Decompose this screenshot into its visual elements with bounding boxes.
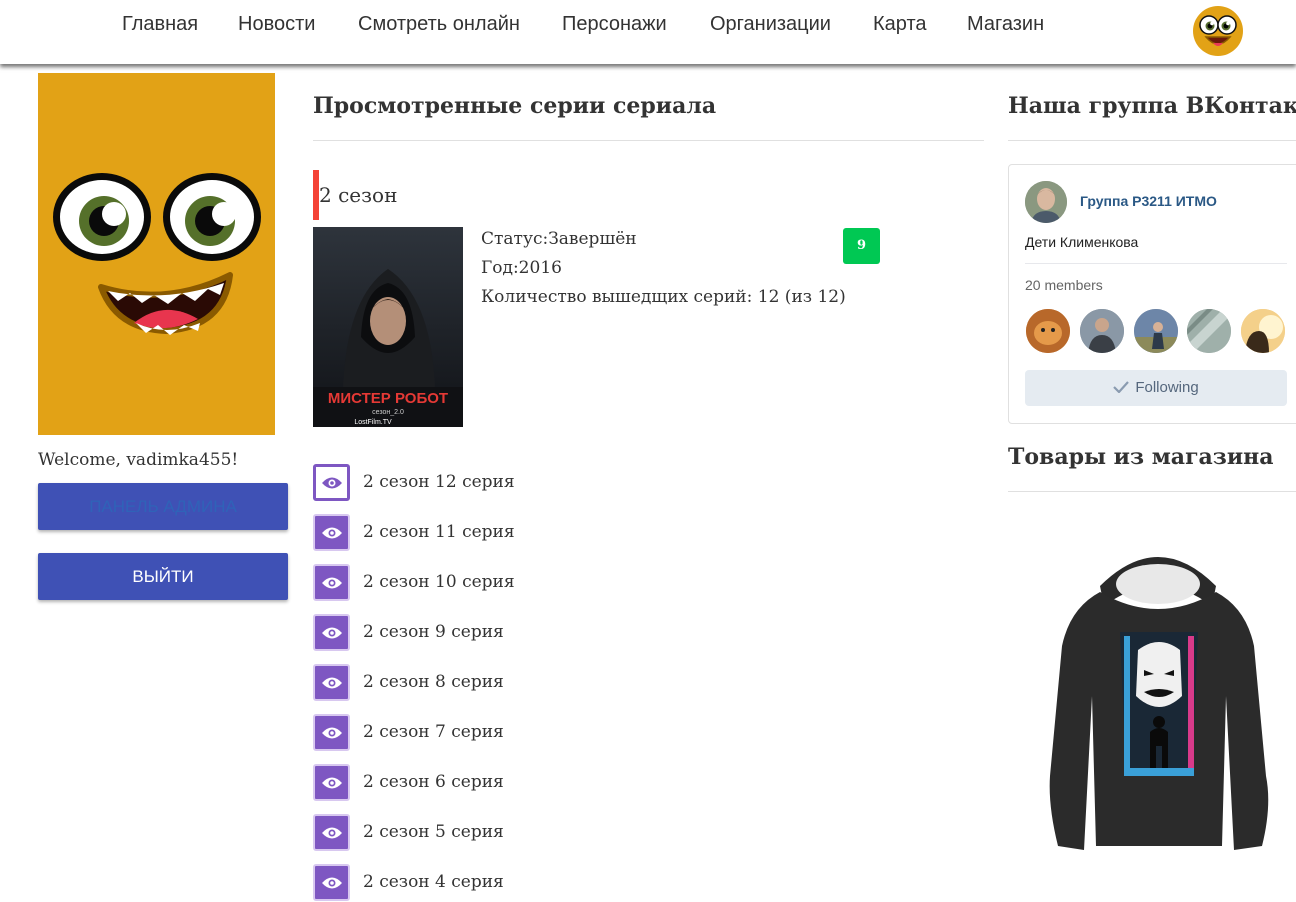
title-divider [313, 140, 984, 141]
watched-toggle-button[interactable] [313, 464, 350, 501]
vk-divider [1025, 263, 1287, 264]
member-avatar[interactable] [1080, 309, 1124, 353]
smiley-face-logo-icon[interactable] [1192, 5, 1244, 57]
episode-label: 2 сезон 9 серия [363, 622, 504, 642]
watched-toggle-button[interactable] [313, 814, 350, 851]
nav-home-link[interactable]: Главная [122, 13, 198, 36]
season-episode-count: Количество вышедщих серий: 12 (из 12) [481, 287, 846, 307]
watched-toggle-button[interactable] [313, 714, 350, 751]
admin-panel-button[interactable]: ПАНЕЛЬ АДМИНА [38, 483, 288, 530]
eye-icon [321, 577, 342, 588]
checkmark-icon [1113, 381, 1130, 394]
shop-section-title: Товары из магазина [1008, 444, 1274, 470]
member-avatar-image [1026, 309, 1070, 353]
page-title: Просмотренные серии сериала [313, 93, 717, 119]
watched-toggle-button[interactable] [313, 864, 350, 901]
rating-badge: 9 [843, 228, 880, 264]
eye-icon [321, 477, 342, 488]
nav-organizations-link[interactable]: Организации [710, 13, 831, 36]
episode-label: 2 сезон 6 серия [363, 772, 504, 792]
watched-toggle-button[interactable] [313, 614, 350, 651]
episode-label: 2 сезон 8 серия [363, 672, 504, 692]
episode-label: 2 сезон 11 серия [363, 522, 515, 542]
member-avatar[interactable] [1026, 309, 1070, 353]
poster-image: МИСТЕР РОБОТ сезон_2.0 LostFilm.TV [313, 227, 463, 427]
watched-toggle-button[interactable] [313, 664, 350, 701]
poster-season-text: сезон_2.0 [372, 409, 404, 416]
episode-label: 2 сезон 12 серия [363, 472, 515, 492]
top-navigation: Главная Новости Смотреть онлайн Персонаж… [0, 0, 1296, 64]
series-poster[interactable]: МИСТЕР РОБОТ сезон_2.0 LostFilm.TV [313, 227, 463, 427]
member-avatar-image [1134, 309, 1178, 353]
nav-characters-link[interactable]: Персонажи [562, 13, 667, 36]
vk-members-count: 20 members [1025, 277, 1103, 293]
eye-icon [321, 877, 342, 888]
episode-label: 2 сезон 7 серия [363, 722, 504, 742]
nav-shop-link[interactable]: Магазин [967, 13, 1044, 36]
episode-label: 2 сезон 5 серия [363, 822, 504, 842]
watched-toggle-button[interactable] [313, 514, 350, 551]
eye-icon [321, 777, 342, 788]
vk-title-divider [1008, 140, 1296, 141]
vk-following-label: Following [1135, 379, 1199, 396]
hoodie-product-image [1049, 557, 1269, 850]
member-avatar-image [1187, 309, 1231, 353]
episode-label: 2 сезон 4 серия [363, 872, 504, 892]
vk-group-widget: Группа Р3211 ИТМО Дети Клименкова 20 mem… [1008, 164, 1296, 424]
season-title: 2 сезон [319, 183, 398, 207]
watched-toggle-button[interactable] [313, 764, 350, 801]
nav-news-link[interactable]: Новости [238, 13, 315, 36]
smiley-avatar-icon [53, 173, 261, 335]
poster-title-text: МИСТЕР РОБОТ [328, 390, 448, 407]
season-status: Статус:Завершён [481, 229, 637, 249]
eye-icon [321, 527, 342, 538]
logout-button[interactable]: ВЫЙТИ [38, 553, 288, 600]
vk-group-description: Дети Клименкова [1025, 234, 1139, 250]
eye-icon [321, 677, 342, 688]
eye-icon [321, 627, 342, 638]
vk-group-avatar[interactable] [1025, 181, 1067, 223]
nav-watch-online-link[interactable]: Смотреть онлайн [358, 13, 520, 36]
shop-item-hoodie[interactable] [1040, 546, 1276, 860]
eye-icon [321, 727, 342, 738]
vk-following-button[interactable]: Following [1025, 370, 1287, 406]
shop-title-divider [1008, 491, 1296, 492]
member-avatar[interactable] [1241, 309, 1285, 353]
watched-toggle-button[interactable] [313, 564, 350, 601]
member-avatar[interactable] [1187, 309, 1231, 353]
member-avatar[interactable] [1134, 309, 1178, 353]
vk-group-title: Наша группа ВКонтакте [1008, 93, 1296, 119]
eye-icon [321, 827, 342, 838]
poster-studio-text: LostFilm.TV [354, 419, 392, 426]
user-avatar [38, 73, 275, 435]
episode-label: 2 сезон 10 серия [363, 572, 515, 592]
group-avatar-image [1025, 181, 1067, 223]
welcome-text: Welcome, vadimka455! [38, 450, 239, 470]
member-avatar-image [1080, 309, 1124, 353]
season-year: Год:2016 [481, 258, 562, 278]
nav-map-link[interactable]: Карта [873, 13, 927, 36]
vk-group-name-link[interactable]: Группа Р3211 ИТМО [1080, 193, 1217, 209]
member-avatar-image [1241, 309, 1285, 353]
